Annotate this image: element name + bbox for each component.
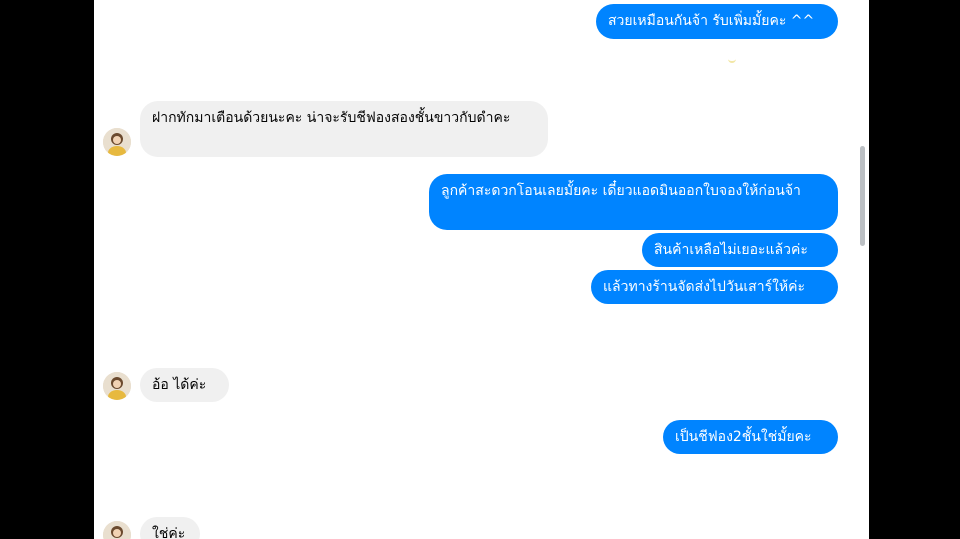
message-bubble-outgoing[interactable]: สินค้าเหลือไม่เยอะแล้วค่ะ	[642, 233, 838, 267]
screen-frame: สวยเหมือนกันจ้า รับเพิ่มมั้ยคะ ^^ ฝากทัก…	[0, 0, 960, 539]
avatar-photo-icon	[103, 521, 131, 539]
message-bubble-outgoing[interactable]: สวยเหมือนกันจ้า รับเพิ่มมั้ยคะ ^^	[596, 4, 838, 39]
read-indicator-icon	[728, 57, 736, 63]
message-bubble-outgoing[interactable]: แล้วทางร้านจัดส่งไปวันเสาร์ให้ค่ะ	[591, 270, 838, 304]
chat-thread[interactable]: สวยเหมือนกันจ้า รับเพิ่มมั้ยคะ ^^ ฝากทัก…	[94, 0, 869, 539]
message-bubble-incoming[interactable]: ใช่ค่ะ	[140, 517, 200, 539]
contact-avatar[interactable]	[103, 372, 131, 400]
avatar-photo-icon	[103, 372, 131, 400]
message-bubble-outgoing[interactable]: เป็นชีฟอง2ชั้นใช่มั้ยคะ	[663, 420, 838, 454]
message-bubble-incoming[interactable]: ฝากทักมาเตือนด้วยนะคะ น่าจะรับชีฟองสองชั…	[140, 101, 548, 157]
contact-avatar[interactable]	[103, 128, 131, 156]
scrollbar[interactable]	[859, 0, 867, 539]
scrollbar-thumb[interactable]	[860, 146, 865, 246]
message-bubble-outgoing[interactable]: ลูกค้าสะดวกโอนเลยมั้ยคะ เดี๋ยวแอดมินออกใ…	[429, 174, 838, 230]
contact-avatar[interactable]	[103, 521, 131, 539]
avatar-photo-icon	[103, 128, 131, 156]
message-bubble-incoming[interactable]: อ้อ ได้ค่ะ	[140, 368, 229, 402]
